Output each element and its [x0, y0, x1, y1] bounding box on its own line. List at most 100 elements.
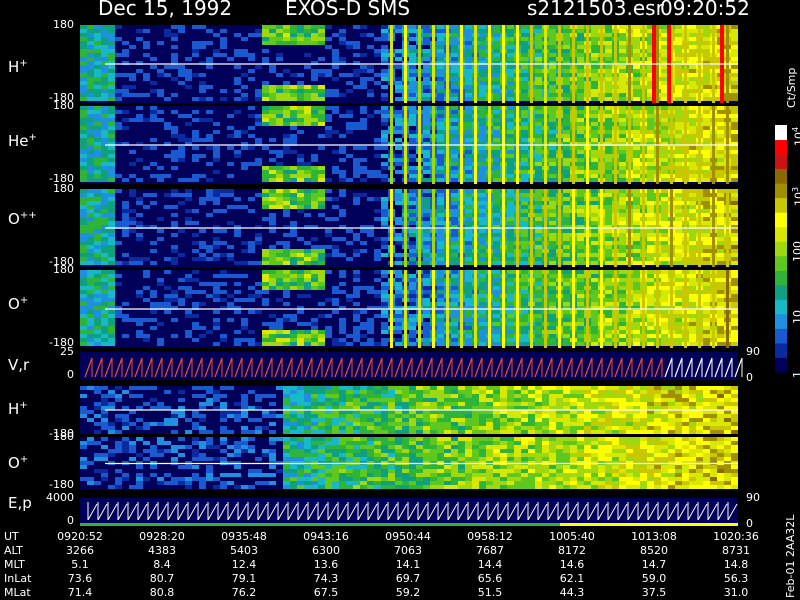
- heat-cell: [283, 270, 290, 274]
- heat-cell: [549, 158, 556, 162]
- heat-cell: [521, 154, 528, 158]
- heat-cell: [143, 118, 150, 122]
- heat-cell: [675, 126, 682, 130]
- heat-cell: [577, 270, 584, 274]
- heat-cell: [262, 178, 269, 182]
- heat-cell: [633, 189, 640, 193]
- heat-cell: [283, 97, 290, 101]
- heat-cell: [661, 89, 668, 93]
- heat-cell: [143, 274, 150, 278]
- heat-cell: [269, 322, 276, 326]
- heat-cell: [136, 158, 143, 162]
- heat-cell: [381, 197, 388, 201]
- heat-cell: [241, 73, 248, 77]
- heat-cell: [689, 57, 696, 61]
- heat-cell: [465, 174, 472, 178]
- heat-cell: [661, 57, 668, 61]
- heat-cell: [199, 253, 206, 257]
- heat-cell: [731, 114, 738, 118]
- heat-cell: [423, 302, 430, 306]
- heat-cell: [178, 286, 185, 290]
- heat-cell: [374, 49, 381, 53]
- heat-cell: [633, 130, 640, 134]
- heat-cell: [94, 322, 101, 326]
- heat-cell: [395, 189, 402, 193]
- heat-cell: [94, 189, 101, 193]
- heat-cell: [479, 118, 486, 122]
- heat-cell: [353, 146, 360, 150]
- heat-cell: [318, 33, 325, 37]
- heat-cell: [703, 229, 710, 233]
- heat-cell: [661, 29, 668, 33]
- heat-cell: [283, 330, 290, 334]
- heat-cell: [493, 29, 500, 33]
- heat-cell: [213, 170, 220, 174]
- heat-cell: [451, 298, 458, 302]
- heat-cell: [661, 193, 668, 197]
- heat-cell: [437, 221, 444, 225]
- heat-cell: [87, 225, 94, 229]
- heat-cell: [290, 233, 297, 237]
- heat-cell: [535, 261, 542, 265]
- heat-cell: [297, 342, 304, 346]
- heat-cell: [101, 146, 108, 150]
- heat-cell: [227, 274, 234, 278]
- heat-cell: [276, 162, 283, 166]
- heat-cell: [108, 73, 115, 77]
- heat-cell: [213, 154, 220, 158]
- heat-cell: [283, 249, 290, 253]
- heat-cell: [619, 130, 626, 134]
- heat-cell: [108, 241, 115, 245]
- heat-cell: [213, 286, 220, 290]
- heat-cell: [290, 197, 297, 201]
- heat-cell: [563, 298, 570, 302]
- heat-cell: [577, 237, 584, 241]
- heat-cell: [136, 93, 143, 97]
- heat-cell: [409, 249, 416, 253]
- heat-cell: [318, 253, 325, 257]
- heat-cell: [689, 93, 696, 97]
- heat-cell: [108, 233, 115, 237]
- heat-cell: [213, 130, 220, 134]
- heat-cell: [605, 122, 612, 126]
- heat-cell: [479, 57, 486, 61]
- heat-cell: [493, 114, 500, 118]
- heat-cell: [101, 209, 108, 213]
- heat-cell: [199, 245, 206, 249]
- heat-cell: [80, 170, 87, 174]
- heat-cell: [185, 178, 192, 182]
- heat-cell: [661, 178, 668, 182]
- heat-cell: [507, 286, 514, 290]
- heat-cell: [185, 73, 192, 77]
- heat-cell: [304, 33, 311, 37]
- heat-cell: [192, 290, 199, 294]
- heat-cell: [521, 217, 528, 221]
- heat-cell: [395, 53, 402, 57]
- heat-cell: [437, 37, 444, 41]
- heat-cell: [87, 126, 94, 130]
- heat-cell: [535, 322, 542, 326]
- heat-cell: [507, 85, 514, 89]
- heat-cell: [521, 114, 528, 118]
- heat-cell: [437, 146, 444, 150]
- heat-cell: [87, 85, 94, 89]
- heat-cell: [577, 89, 584, 93]
- heat-cell: [591, 77, 598, 81]
- heat-cell: [262, 278, 269, 282]
- heat-cell: [290, 338, 297, 342]
- heat-cell: [276, 253, 283, 257]
- heat-cell: [381, 245, 388, 249]
- heat-cell: [192, 257, 199, 261]
- heat-cell: [276, 150, 283, 154]
- heat-cell: [269, 286, 276, 290]
- heat-cell: [423, 334, 430, 338]
- heat-cell: [703, 221, 710, 225]
- heat-cell: [143, 298, 150, 302]
- heat-cell: [493, 154, 500, 158]
- heat-cell: [185, 138, 192, 142]
- heat-cell: [164, 302, 171, 306]
- heat-cell: [283, 166, 290, 170]
- heat-cell: [479, 278, 486, 282]
- heat-cell: [213, 201, 220, 205]
- heat-cell: [507, 29, 514, 33]
